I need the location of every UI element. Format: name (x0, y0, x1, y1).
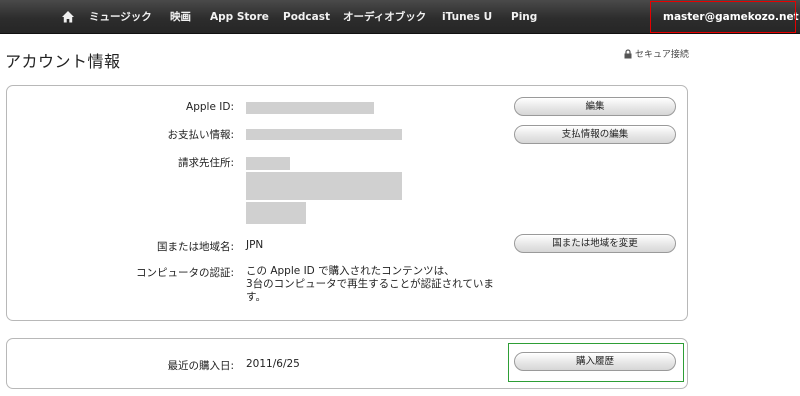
purchase-history-highlight-box (508, 343, 684, 382)
country-label: 国または地域名: (156, 241, 234, 253)
nav-item-app-store[interactable]: App Store (210, 9, 269, 25)
computer-auth-line: す。 (246, 291, 266, 303)
payment-info-label: お支払い情報: (167, 129, 234, 141)
nav-item-podcast[interactable]: Podcast (283, 9, 330, 25)
page-title: アカウント情報 (5, 52, 121, 71)
apple-id-value-redacted (246, 102, 374, 114)
last-purchase-label: 最近の購入日: (167, 360, 234, 372)
home-icon[interactable] (61, 9, 75, 23)
lock-icon (624, 49, 632, 62)
nav-item-movies[interactable]: 映画 (170, 9, 191, 25)
billing-address-redacted-1 (246, 157, 290, 170)
nav-item-ping[interactable]: Ping (511, 9, 537, 25)
computer-auth-line: この Apple ID で購入されたコンテンツは、 (246, 265, 455, 277)
secure-connection-label: セキュア接続 (635, 50, 689, 60)
nav-item-itunes-u[interactable]: iTunes U (442, 9, 492, 25)
billing-address-label: 請求先住所: (177, 157, 234, 169)
edit-payment-button[interactable]: 支払情報の編集 (514, 125, 676, 144)
apple-id-label: Apple ID: (186, 101, 234, 113)
last-purchase-date: 2011/6/25 (246, 358, 300, 370)
change-country-button[interactable]: 国または地域を変更 (514, 234, 676, 253)
nav-item-audiobooks[interactable]: オーディオブック (343, 9, 426, 25)
payment-info-value-redacted (246, 129, 402, 140)
nav-item-music[interactable]: ミュージック (89, 9, 152, 25)
secure-connection-indicator: セキュア接続 (624, 47, 689, 62)
country-value: JPN (246, 239, 264, 251)
billing-address-redacted-3 (246, 202, 306, 224)
computer-auth-label: コンピュータの認証: (135, 267, 234, 279)
computer-auth-value: この Apple ID で購入されたコンテンツは、 3台のコンピュータで再生する… (246, 265, 494, 304)
computer-auth-line: 3台のコンピュータで再生することが認証されていま (246, 278, 494, 290)
edit-button[interactable]: 編集 (514, 97, 676, 116)
billing-address-redacted-2 (246, 172, 402, 200)
account-highlight-box (650, 1, 796, 33)
